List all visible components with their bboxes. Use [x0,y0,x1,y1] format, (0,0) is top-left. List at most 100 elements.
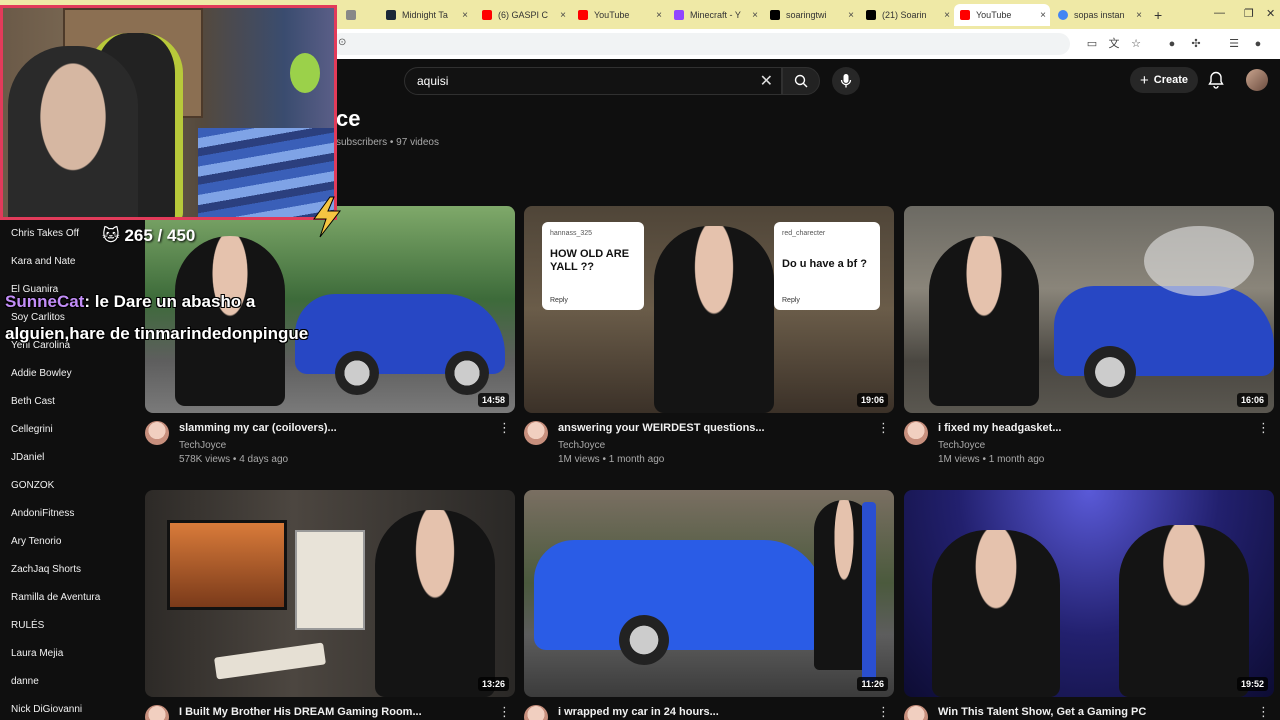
create-button[interactable]: + Create [1130,67,1198,93]
tiktok-icon [770,10,780,20]
channel-avatar[interactable] [904,421,928,445]
tab-close-icon[interactable]: × [848,10,854,21]
sidebar-item[interactable]: Ramilla de Aventura [11,592,100,603]
search-input[interactable]: aquisi ✕ [404,67,782,95]
sidebar-item[interactable]: Addie Bowley [11,368,72,379]
microphone-icon [840,74,852,88]
browser-tab[interactable]: (21) Soarin × [860,4,954,26]
video-title[interactable]: i wrapped my car in 24 hours... [558,706,878,718]
webcam-plush-toy [290,53,320,93]
thumbnail-car [534,540,824,650]
search-button[interactable] [782,67,820,95]
channel-avatar[interactable] [145,705,169,720]
video-thumbnail[interactable]: 19:52 [904,490,1274,697]
address-bar[interactable]: ⊙ [330,33,1070,55]
sidebar-item[interactable]: Laura Mejia [11,648,63,659]
search-icon [794,74,808,88]
tab-close-icon[interactable]: × [656,10,662,21]
more-options-icon[interactable]: ⋮ [1257,420,1270,436]
channel-avatar[interactable] [904,705,928,720]
more-options-icon[interactable]: ⋮ [877,420,890,436]
video-title[interactable]: i fixed my headgasket... [938,422,1258,434]
video-title[interactable]: slamming my car (coilovers)... [179,422,499,434]
maximize-icon[interactable]: ❐ [1244,7,1254,20]
thumbnail-wheel [619,615,669,665]
sidebar-item[interactable]: GONZOK [11,480,54,491]
clear-search-icon[interactable]: ✕ [760,71,773,91]
notifications-bell-icon[interactable] [1208,71,1224,89]
account-avatar[interactable] [1246,69,1268,91]
video-card[interactable]: hannass_325 HOW OLD ARE YALL ?? Reply re… [524,206,894,468]
sidebar-item[interactable]: Nick DiGiovanni [11,704,82,715]
reading-list-icon[interactable]: ☰ [1228,38,1240,50]
sidebar-item[interactable]: danne [11,676,39,687]
browser-tab[interactable]: YouTube × [572,4,666,26]
sidebar-item[interactable]: Beth Cast [11,396,55,407]
more-options-icon[interactable]: ⋮ [1257,704,1270,720]
close-window-icon[interactable]: ✕ [1266,7,1275,20]
video-duration: 19:06 [856,393,888,407]
browser-tab-active[interactable]: YouTube × [954,4,1050,26]
bookmark-star-icon[interactable]: ☆ [1130,38,1142,50]
more-options-icon[interactable]: ⋮ [498,704,511,720]
video-thumbnail[interactable]: 11:26 [524,490,894,697]
extension-icon[interactable]: ● [1166,38,1178,50]
sidebar-item[interactable]: Kara and Nate [11,256,76,267]
browser-tab[interactable]: Minecraft - Y × [668,4,762,26]
video-card[interactable]: 16:06 i fixed my headgasket... TechJoyce… [904,206,1274,468]
channel-avatar[interactable] [145,421,169,445]
translate-icon[interactable]: 文 [1108,38,1120,50]
youtube-icon [482,10,492,20]
minimize-icon[interactable]: — [1214,7,1225,19]
video-title[interactable]: I Built My Brother His DREAM Gaming Room… [179,706,499,718]
more-options-icon[interactable]: ⋮ [498,420,511,436]
browser-tab[interactable]: (6) GASPI C × [476,4,570,26]
new-tab-button[interactable]: + [1148,4,1168,26]
more-options-icon[interactable]: ⋮ [877,704,890,720]
video-card[interactable]: 19:52 Win This Talent Show, Get a Gaming… [904,490,1274,720]
tab-close-icon[interactable]: × [752,10,758,21]
youtube-icon [960,10,970,20]
site-info-icon[interactable]: ⊙ [338,37,346,48]
sidebar-item[interactable]: Ary Tenorio [11,536,61,547]
channel-name: ce [336,106,361,131]
video-channel[interactable]: TechJoyce [179,440,226,451]
tab-close-icon[interactable]: × [1040,10,1046,21]
tab-close-icon[interactable]: × [560,10,566,21]
sidebar-item[interactable]: Cellegrini [11,424,53,435]
video-stats: 1M views • 1 month ago [558,454,665,465]
sidebar-item[interactable]: AndoniFitness [11,508,74,519]
tab-close-icon[interactable]: × [944,10,950,21]
channel-avatar[interactable] [524,421,548,445]
browser-tab[interactable]: soaringtwi × [764,4,858,26]
video-thumbnail[interactable]: hannass_325 HOW OLD ARE YALL ?? Reply re… [524,206,894,413]
video-duration: 19:52 [1236,677,1268,691]
google-icon [1058,10,1068,20]
sidebar-item[interactable]: ZachJaq Shorts [11,564,81,575]
tab-close-icon[interactable]: × [1136,10,1142,21]
tab-close-icon[interactable]: × [462,10,468,21]
video-thumbnail[interactable]: 13:26 [145,490,515,697]
sidebar-item[interactable]: RULÉS [11,620,44,631]
video-thumbnail[interactable]: 16:06 [904,206,1274,413]
channel-avatar[interactable] [524,705,548,720]
video-title[interactable]: Win This Talent Show, Get a Gaming PC [938,706,1258,718]
puzzle-extensions-icon[interactable]: ✣ [1190,38,1202,50]
browser-tab[interactable] [340,4,374,26]
video-card[interactable]: 11:26 i wrapped my car in 24 hours... ⋮ [524,490,894,720]
goal-counter: 🐱 265 / 450 [102,226,196,245]
profile-icon[interactable]: ● [1252,38,1264,50]
comment-card: hannass_325 HOW OLD ARE YALL ?? Reply [542,222,644,310]
video-channel[interactable]: TechJoyce [558,440,605,451]
video-card[interactable]: 13:26 I Built My Brother His DREAM Gamin… [145,490,515,720]
browser-tab[interactable]: Midnight Ta × [380,4,472,26]
browser-tab[interactable]: sopas instan × [1052,4,1146,26]
sidebar-item[interactable]: JDaniel [11,452,44,463]
video-channel[interactable]: TechJoyce [938,440,985,451]
voice-search-button[interactable] [832,67,860,95]
video-title[interactable]: answering your WEIRDEST questions... [558,422,878,434]
search-query[interactable]: aquisi [417,74,448,88]
tab-favicon-icon [346,10,356,20]
sidebar-item[interactable]: Chris Takes Off [11,228,79,239]
install-app-icon[interactable]: ▭ [1086,38,1098,50]
